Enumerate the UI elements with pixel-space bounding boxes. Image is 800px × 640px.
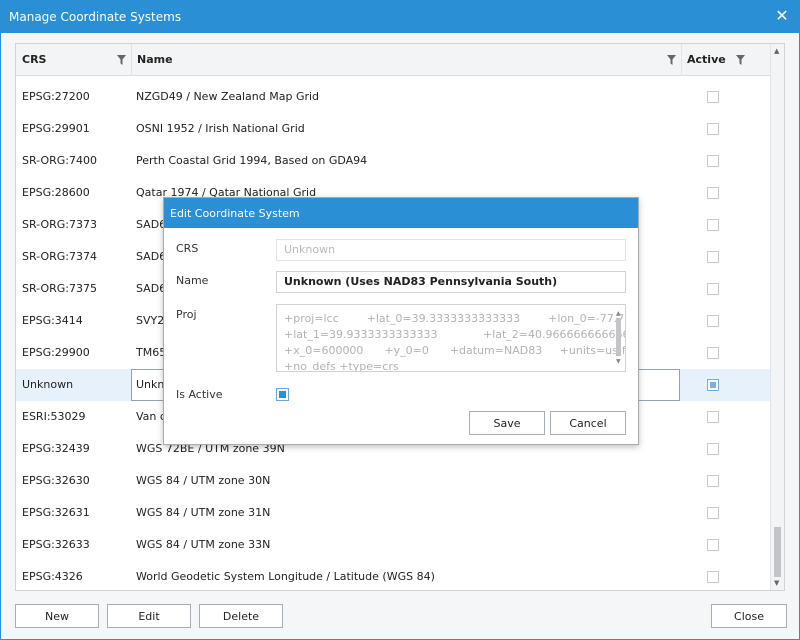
crs-cell: EPSG:32439 [22,442,90,455]
dialog-title: Edit Coordinate System [170,207,300,220]
active-checkbox[interactable] [707,347,719,359]
active-checkbox[interactable] [707,123,719,135]
name-label: Name [176,274,209,287]
active-checkbox[interactable] [707,443,719,455]
table-row[interactable]: EPSG:32631 WGS 84 / UTM zone 31N [16,497,770,529]
edit-coordinate-system-dialog: Edit Coordinate System CRS Unknown Name … [163,197,639,445]
proj-scrollbar[interactable]: ▲ ▼ [614,306,624,370]
proj-textarea[interactable]: +proj=lcc +lat_0=39.3333333333333 +lon_0… [276,304,626,372]
crs-cell: EPSG:28600 [22,186,90,199]
crs-cell: SR-ORG:7400 [22,154,97,167]
crs-cell: EPSG:29901 [22,122,90,135]
name-cell: OSNI 1952 / Irish National Grid [136,122,305,135]
active-checkbox[interactable] [707,315,719,327]
name-field[interactable]: Unknown (Uses NAD83 Pennsylvania South) [276,271,626,293]
active-checkbox[interactable] [707,91,719,103]
is-active-checkbox[interactable] [276,388,289,401]
table-row[interactable]: SR-ORG:7400 Perth Coastal Grid 1994, Base… [16,145,770,177]
crs-field: Unknown [276,239,626,261]
column-header-active[interactable]: Active [681,44,770,76]
crs-label: CRS [176,242,199,255]
active-checkbox[interactable] [707,187,719,199]
name-cell: WGS 84 / UTM zone 31N [136,506,271,519]
crs-cell: EPSG:32633 [22,538,90,551]
crs-cell: Unknown [22,378,74,391]
scrollbar-thumb[interactable] [616,318,621,356]
manage-coordinate-systems-window: Manage Coordinate Systems ✕ CRS Name Act… [0,0,800,640]
proj-line: +lat_1=39.9333333333333 +lat_2=40.966666… [284,328,626,341]
scrollbar-thumb[interactable] [774,527,781,577]
table-row[interactable]: EPSG:32633 WGS 84 / UTM zone 33N [16,529,770,561]
name-cell: Unkn [136,378,165,391]
is-active-label: Is Active [176,388,223,401]
name-cell: Perth Coastal Grid 1994, Based on GDA94 [136,154,368,167]
crs-cell: EPSG:27200 [22,90,90,103]
active-checkbox[interactable] [707,571,719,583]
name-cell: SAD6 [136,250,167,263]
name-cell: TM65 [136,346,167,359]
crs-cell: EPSG:32630 [22,474,90,487]
scroll-down-icon[interactable]: ▼ [774,579,779,587]
name-cell: WGS 84 / UTM zone 30N [136,474,271,487]
crs-cell: SR-ORG:7373 [22,218,97,231]
column-header-crs[interactable]: CRS [16,44,131,76]
name-cell: WGS 84 / UTM zone 33N [136,538,271,551]
column-header-label: CRS [22,53,47,66]
cancel-button[interactable]: Cancel [550,411,626,435]
active-checkbox[interactable] [707,283,719,295]
grid-header: CRS Name Active [16,44,770,76]
proj-line: +no_defs +type=crs [284,360,399,372]
crs-cell: EPSG:29900 [22,346,90,359]
edit-button[interactable]: Edit [107,604,191,628]
crs-cell: SR-ORG:7375 [22,282,97,295]
crs-cell: EPSG:32631 [22,506,90,519]
crs-cell: EPSG:4326 [22,570,83,583]
table-row[interactable]: EPSG:27200 NZGD49 / New Zealand Map Grid [16,81,770,113]
title-bar: Manage Coordinate Systems ✕ [1,1,799,33]
crs-cell: SR-ORG:7374 [22,250,97,263]
active-checkbox[interactable] [707,507,719,519]
table-row[interactable]: EPSG:32630 WGS 84 / UTM zone 30N [16,465,770,497]
filter-icon[interactable] [667,55,676,65]
filter-icon[interactable] [117,55,126,65]
name-cell: SAD6 [136,282,167,295]
window-title: Manage Coordinate Systems [9,10,182,24]
table-row[interactable]: EPSG:29901 OSNI 1952 / Irish National Gri… [16,113,770,145]
vertical-scrollbar[interactable]: ▲ ▼ [770,44,784,590]
proj-line: +proj=lcc +lat_0=39.3333333333333 +lon_0… [284,312,626,325]
proj-label: Proj [176,308,197,321]
save-button[interactable]: Save [469,411,545,435]
filter-icon[interactable] [736,55,745,65]
active-checkbox[interactable] [707,379,719,391]
column-header-name[interactable]: Name [131,44,681,76]
name-cell: SAD6 [136,218,167,231]
scroll-up-icon[interactable]: ▲ [774,47,779,55]
active-checkbox[interactable] [707,155,719,167]
proj-line: +x_0=600000 +y_0=0 +datum=NAD83 +units=u… [284,344,626,357]
crs-cell: ESRI:53029 [22,410,86,423]
active-checkbox[interactable] [707,251,719,263]
column-header-label: Active [687,53,726,66]
scroll-down-icon[interactable]: ▼ [616,354,621,370]
active-checkbox[interactable] [707,539,719,551]
name-cell: SVY2 [136,314,165,327]
delete-button[interactable]: Delete [199,604,283,628]
active-checkbox[interactable] [707,219,719,231]
table-row[interactable]: EPSG:4326 World Geodetic System Longitude… [16,561,770,590]
active-checkbox[interactable] [707,411,719,423]
dialog-title-bar: Edit Coordinate System [164,198,638,228]
column-header-label: Name [137,53,173,66]
name-cell: World Geodetic System Longitude / Latitu… [136,570,435,583]
crs-cell: EPSG:3414 [22,314,83,327]
active-checkbox[interactable] [707,475,719,487]
new-button[interactable]: New [15,604,99,628]
close-button[interactable]: Close [711,604,787,628]
name-cell: NZGD49 / New Zealand Map Grid [136,90,320,103]
close-icon[interactable]: ✕ [771,5,793,27]
